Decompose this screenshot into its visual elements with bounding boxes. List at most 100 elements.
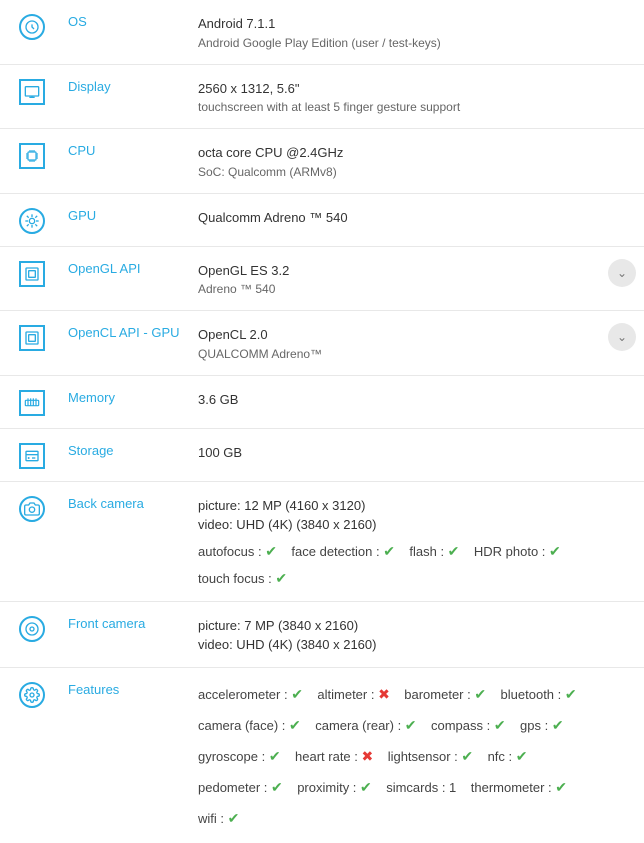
feat-pedometer-label: pedometer : xyxy=(198,780,271,795)
feat-bluetooth-label: bluetooth : xyxy=(501,687,565,702)
cpu-value: octa core CPU @2.4GHz SoC: Qualcomm (ARM… xyxy=(190,129,644,193)
feat-gps-label: gps : xyxy=(520,718,552,733)
features-line-1: accelerometer : ✔ altimeter : ✖ baromete… xyxy=(198,682,636,707)
feat-bluetooth-check: ✔ xyxy=(565,686,577,702)
front-camera-icon-cell xyxy=(0,602,60,654)
feat-proximity-label: proximity : xyxy=(297,780,360,795)
cpu-icon xyxy=(19,143,45,169)
front-camera-value: picture: 7 MP (3840 x 2160) video: UHD (… xyxy=(190,602,644,667)
opencl-main: OpenCL 2.0 xyxy=(198,325,636,345)
features-icon xyxy=(19,682,45,708)
opengl-sub: Adreno ™ 540 xyxy=(198,280,636,298)
feat-barometer-check: ✔ xyxy=(474,686,486,702)
row-display: Display 2560 x 1312, 5.6" touchscreen wi… xyxy=(0,65,644,130)
gpu-value: Qualcomm Adreno ™ 540 xyxy=(190,194,644,240)
storage-icon-cell xyxy=(0,429,60,481)
features-line-3: gyroscope : ✔ heart rate : ✖ lightsensor… xyxy=(198,744,636,769)
back-camera-main-2: video: UHD (4K) (3840 x 2160) xyxy=(198,515,636,535)
os-label: OS xyxy=(60,0,190,41)
opencl-expand-button[interactable]: ⌄ xyxy=(608,323,636,351)
feat-compass-label: compass : xyxy=(431,718,494,733)
feat-pedometer-check: ✔ xyxy=(271,779,283,795)
opengl-label: OpenGL API xyxy=(60,247,190,288)
memory-main: 3.6 GB xyxy=(198,390,636,410)
storage-main: 100 GB xyxy=(198,443,636,463)
os-icon-cell xyxy=(0,0,60,52)
feat-nfc-check: ✔ xyxy=(516,748,528,764)
row-gpu: GPU Qualcomm Adreno ™ 540 xyxy=(0,194,644,247)
feat-touchfocus-label: touch focus : xyxy=(198,571,275,586)
opengl-value: OpenGL ES 3.2 Adreno ™ 540 ⌄ xyxy=(190,247,644,311)
display-label: Display xyxy=(60,65,190,106)
spec-container: OS Android 7.1.1 Android Google Play Edi… xyxy=(0,0,644,843)
feat-gyroscope-check: ✔ xyxy=(269,748,281,764)
row-memory: Memory 3.6 GB xyxy=(0,376,644,429)
os-icon xyxy=(19,14,45,40)
back-camera-features-line2: touch focus : ✔ xyxy=(198,568,636,589)
display-icon xyxy=(19,79,45,105)
opencl-label: OpenCL API - GPU xyxy=(60,311,190,352)
cpu-icon-cell xyxy=(0,129,60,181)
feat-proximity-check: ✔ xyxy=(360,779,372,795)
memory-label: Memory xyxy=(60,376,190,417)
feat-barometer-label: barometer : xyxy=(404,687,474,702)
cpu-sub: SoC: Qualcomm (ARMv8) xyxy=(198,163,636,181)
storage-label: Storage xyxy=(60,429,190,470)
back-camera-label: Back camera xyxy=(60,482,190,523)
display-icon-cell xyxy=(0,65,60,117)
opengl-icon xyxy=(19,261,45,287)
row-back-camera: Back camera picture: 12 MP (4160 x 3120)… xyxy=(0,482,644,602)
os-main: Android 7.1.1 xyxy=(198,14,636,34)
back-camera-features-line1: autofocus : ✔ face detection : ✔ flash :… xyxy=(198,541,636,562)
os-value: Android 7.1.1 Android Google Play Editio… xyxy=(190,0,644,64)
feat-hdr-label: HDR photo : xyxy=(474,544,549,559)
opencl-sub: QUALCOMM Adreno™ xyxy=(198,345,636,363)
row-opencl: OpenCL API - GPU OpenCL 2.0 QUALCOMM Adr… xyxy=(0,311,644,376)
row-features: Features accelerometer : ✔ altimeter : ✖… xyxy=(0,668,644,843)
front-camera-main-2: video: UHD (4K) (3840 x 2160) xyxy=(198,635,636,655)
memory-value: 3.6 GB xyxy=(190,376,644,422)
feat-altimeter-check: ✖ xyxy=(378,686,390,702)
feat-gyroscope-label: gyroscope : xyxy=(198,749,269,764)
feat-heartrate-label: heart rate : xyxy=(295,749,361,764)
row-front-camera: Front camera picture: 7 MP (3840 x 2160)… xyxy=(0,602,644,668)
feat-camera-face-label: camera (face) : xyxy=(198,718,289,733)
features-line-2: camera (face) : ✔ camera (rear) : ✔ comp… xyxy=(198,713,636,738)
feat-camera-rear-label: camera (rear) : xyxy=(315,718,405,733)
row-cpu: CPU octa core CPU @2.4GHz SoC: Qualcomm … xyxy=(0,129,644,194)
row-storage: Storage 100 GB xyxy=(0,429,644,482)
opengl-expand-button[interactable]: ⌄ xyxy=(608,259,636,287)
feat-thermometer-label: thermometer : xyxy=(471,780,556,795)
feat-flash-label: flash : xyxy=(409,544,447,559)
feat-accelerometer-label: accelerometer : xyxy=(198,687,291,702)
feat-lightsensor-check: ✔ xyxy=(461,748,473,764)
back-camera-icon-cell xyxy=(0,482,60,534)
front-camera-label: Front camera xyxy=(60,602,190,643)
display-sub: touchscreen with at least 5 finger gestu… xyxy=(198,98,636,116)
memory-icon-cell xyxy=(0,376,60,428)
feat-wifi-label: wifi : xyxy=(198,811,228,826)
features-line-5: wifi : ✔ xyxy=(198,806,636,831)
back-camera-value: picture: 12 MP (4160 x 3120) video: UHD … xyxy=(190,482,644,601)
display-main: 2560 x 1312, 5.6" xyxy=(198,79,636,99)
opencl-icon xyxy=(19,325,45,351)
gpu-icon xyxy=(19,208,45,234)
back-camera-main-1: picture: 12 MP (4160 x 3120) xyxy=(198,496,636,516)
features-icon-cell xyxy=(0,668,60,720)
feat-accelerometer-check: ✔ xyxy=(291,686,303,702)
opencl-icon-cell xyxy=(0,311,60,363)
features-line-4: pedometer : ✔ proximity : ✔ simcards : 1… xyxy=(198,775,636,800)
feat-touchfocus-check: ✔ xyxy=(275,570,287,586)
feat-flash-check: ✔ xyxy=(448,543,460,559)
feat-hdr-check: ✔ xyxy=(549,543,561,559)
storage-value: 100 GB xyxy=(190,429,644,475)
gpu-icon-cell xyxy=(0,194,60,246)
feat-heartrate-check: ✖ xyxy=(362,748,374,764)
feat-thermometer-check: ✔ xyxy=(555,779,567,795)
feat-gps-check: ✔ xyxy=(552,717,564,733)
os-sub: Android Google Play Edition (user / test… xyxy=(198,34,636,52)
feat-face-detection-check: ✔ xyxy=(383,543,395,559)
opencl-value: OpenCL 2.0 QUALCOMM Adreno™ ⌄ xyxy=(190,311,644,375)
memory-icon xyxy=(19,390,45,416)
cpu-label: CPU xyxy=(60,129,190,170)
